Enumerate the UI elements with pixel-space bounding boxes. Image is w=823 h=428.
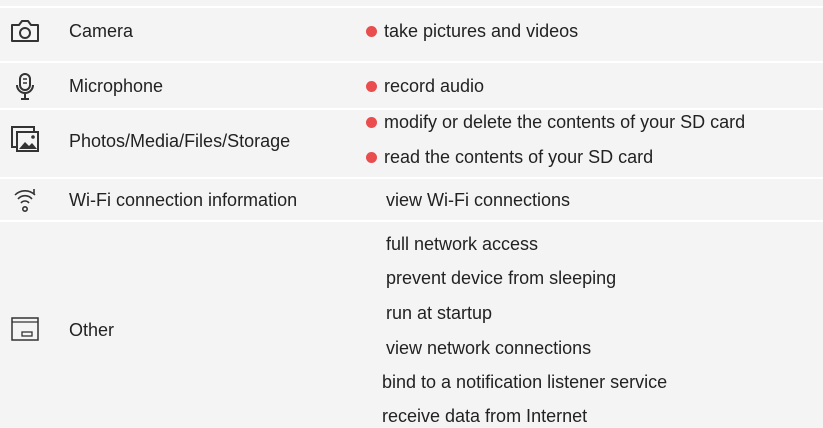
group-label: Camera: [69, 21, 134, 41]
permission-item: prevent device from sleeping: [386, 268, 617, 288]
permission-item: modify or delete the contents of your SD…: [366, 112, 745, 133]
separator: [0, 177, 823, 179]
danger-dot: [366, 151, 377, 163]
separator: [0, 6, 823, 8]
permission-item: bind to a notification listener service: [382, 372, 668, 392]
folder-icon: [8, 312, 42, 346]
separator: [0, 108, 823, 110]
group-label: Photos/Media/Files/Storage: [69, 131, 291, 151]
group-label: Microphone: [69, 76, 164, 96]
wifi-icon: [8, 183, 42, 217]
permission-item: view Wi-Fi connections: [386, 190, 571, 210]
permission-item: read the contents of your SD card: [366, 147, 653, 168]
permission-item: receive data from Internet: [382, 406, 588, 426]
danger-dot: [366, 80, 377, 92]
danger-dot: [366, 116, 377, 128]
microphone-icon: [8, 70, 42, 104]
permission-item: take pictures and videos: [366, 21, 578, 42]
group-label: Other: [69, 320, 115, 340]
permission-item: record audio: [366, 76, 484, 97]
permissions-list: Camera take pictures and videos Micropho…: [0, 0, 823, 428]
camera-icon: [8, 14, 42, 48]
separator: [0, 61, 823, 63]
permission-item: view network connections: [386, 338, 592, 358]
danger-dot: [366, 25, 377, 37]
permission-item: full network access: [386, 234, 539, 254]
photos-icon: [8, 122, 42, 156]
separator: [0, 220, 823, 222]
group-label: Wi-Fi connection information: [69, 190, 298, 210]
permission-item: run at startup: [386, 303, 493, 323]
